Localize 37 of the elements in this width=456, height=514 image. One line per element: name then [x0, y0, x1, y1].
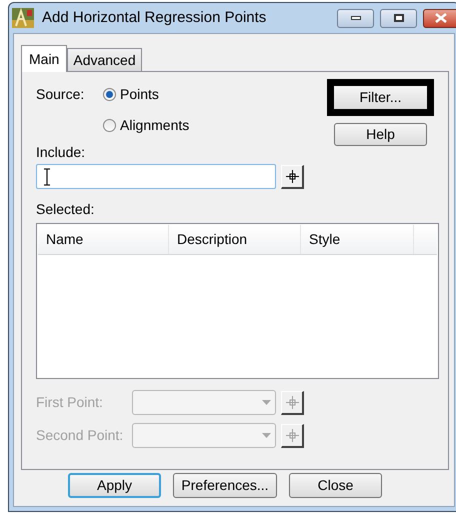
dialog-button[interactable]: Apply	[68, 473, 161, 498]
tab[interactable]: Main	[21, 45, 68, 72]
radio-option[interactable]: Points	[103, 84, 190, 105]
text-cursor-icon	[43, 168, 51, 186]
column-header[interactable]: Style	[301, 225, 414, 254]
dialog-button[interactable]: Preferences...	[173, 473, 277, 498]
selected-label: Selected:	[36, 200, 96, 219]
column-header[interactable]: Description	[169, 225, 301, 254]
column-header[interactable]: Name	[38, 225, 169, 254]
side-button[interactable]: Help	[334, 123, 427, 146]
maximize-icon	[394, 14, 404, 22]
crosshair-icon	[286, 170, 298, 182]
maximize-button[interactable]	[380, 8, 417, 28]
minimize-icon	[350, 16, 360, 20]
source-label: Source:	[36, 85, 86, 104]
dropdown-arrow-icon	[262, 400, 271, 405]
close-icon	[435, 13, 447, 23]
app-icon	[12, 8, 34, 28]
radio-option[interactable]: Alignments	[103, 115, 190, 136]
point-label: Second Point:	[36, 426, 124, 445]
pick-button[interactable]	[281, 424, 304, 448]
dropdown-arrow-icon	[262, 433, 271, 438]
window-title: Add Horizontal Regression Points	[42, 8, 266, 28]
dialog-button[interactable]: Close	[289, 473, 382, 498]
include-field[interactable]	[36, 164, 276, 189]
tab[interactable]: Advanced	[67, 48, 142, 71]
pick-button[interactable]	[281, 390, 304, 414]
radio-button[interactable]	[103, 88, 116, 101]
include-label: Include:	[36, 143, 86, 162]
crosshair-icon	[286, 396, 298, 408]
radio-button[interactable]	[103, 119, 116, 132]
pick-button[interactable]	[281, 164, 304, 188]
crosshair-icon	[286, 428, 298, 442]
minimize-button[interactable]	[337, 8, 374, 28]
close-window-button[interactable]	[423, 8, 456, 28]
point-label: First Point:	[36, 393, 104, 412]
side-button[interactable]: Filter...	[327, 79, 434, 116]
